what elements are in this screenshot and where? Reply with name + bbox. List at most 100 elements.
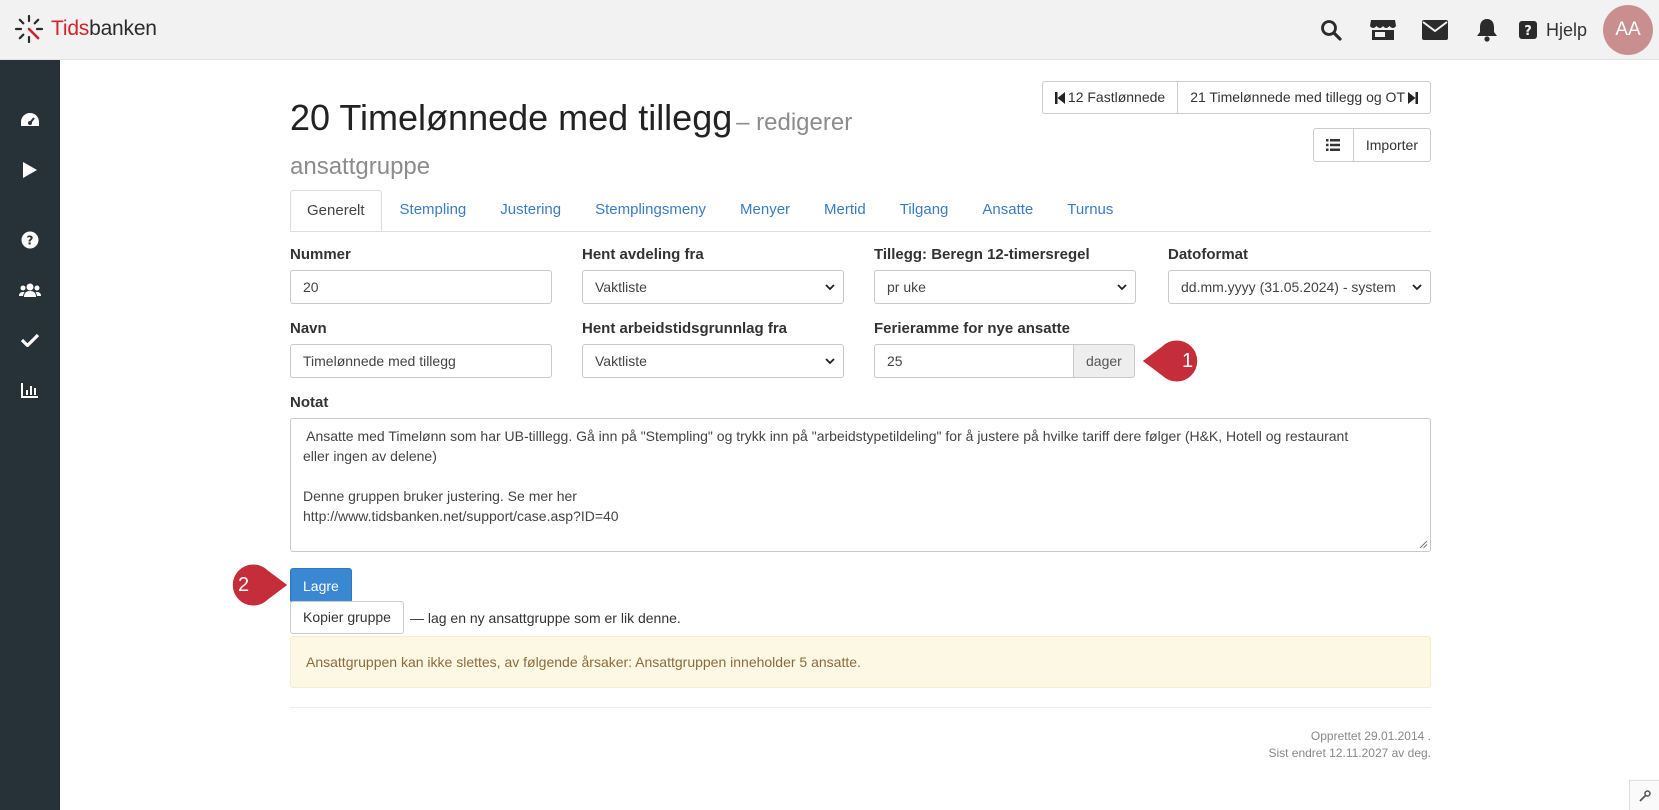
sidebar: ?: [0, 60, 60, 810]
step-forward-icon: [1408, 91, 1418, 104]
logo-brand-dark: banken: [89, 17, 157, 40]
dashboard-icon[interactable]: [0, 100, 60, 140]
notat-label: Notat: [290, 394, 329, 411]
list-actions: Importer: [1312, 128, 1431, 162]
logo-brand-red: Tids: [51, 17, 90, 40]
chevron-down-icon: [1412, 283, 1422, 290]
callout-1: 1: [1140, 338, 1210, 388]
question-square-icon: ?: [1518, 21, 1537, 39]
tab-generelt[interactable]: Generelt: [290, 190, 382, 231]
field-notat: Notat Ansatte med Timelønn som har UB-ti…: [290, 394, 1431, 552]
warning-alert-text: Ansattgruppen kan ikke slettes, av følge…: [306, 654, 861, 670]
field-navn: Navn Timelønnede med tillegg: [290, 320, 552, 378]
hent-avdeling-select[interactable]: Vaktliste: [582, 270, 844, 304]
user-avatar[interactable]: AA: [1603, 5, 1653, 55]
field-hent-avdeling: Hent avdeling fra Vaktliste: [582, 246, 844, 304]
resize-grip-icon[interactable]: [1419, 540, 1428, 549]
notat-line: [303, 466, 1418, 486]
next-group-label: 21 Timelønnede med tillegg og OT: [1190, 89, 1405, 105]
field-tillegg: Tillegg: Beregn 12-timersregel pr uke: [874, 246, 1136, 304]
tab-mertid[interactable]: Mertid: [808, 190, 882, 231]
hent-arbeidstid-value: Vaktliste: [595, 353, 647, 369]
tillegg-value: pr uke: [887, 279, 926, 295]
list-button[interactable]: [1312, 128, 1354, 162]
bar-chart-icon[interactable]: [0, 370, 60, 410]
notat-line: Ansatte med Timelønn som har UB-tilllegg…: [303, 428, 1349, 444]
tidsbanken-logo[interactable]: Tidsbanken: [14, 14, 157, 44]
ferieramme-unit-addon: dager: [1074, 344, 1135, 378]
hent-arbeidstid-label: Hent arbeidstidsgrunnlag fra: [582, 320, 788, 337]
navn-label: Navn: [290, 320, 327, 337]
ferieramme-input-group: 25 dager: [874, 344, 1136, 378]
top-actions: ? Hjelp AA: [1305, 0, 1659, 60]
hent-arbeidstid-select[interactable]: Vaktliste: [582, 344, 844, 378]
top-navbar: Tidsbanken ? Hjelp AA: [0, 0, 1659, 60]
page-title: 20 Timelønnede med tillegg – redigerer a…: [290, 97, 930, 190]
tab-menyer[interactable]: Menyer: [724, 190, 806, 231]
nummer-input[interactable]: 20: [290, 270, 552, 304]
datoformat-value: dd.mm.yyyy (31.05.2024) - system: [1181, 279, 1396, 295]
tillegg-select[interactable]: pr uke: [874, 270, 1136, 304]
search-icon[interactable]: [1305, 0, 1357, 60]
field-datoformat: Datoformat dd.mm.yyyy (31.05.2024) - sys…: [1168, 246, 1431, 304]
prev-group-button[interactable]: 12 Fastlønnede: [1041, 81, 1179, 114]
chevron-down-icon: [825, 357, 835, 364]
hent-avdeling-value: Vaktliste: [595, 279, 647, 295]
bell-icon[interactable]: [1461, 0, 1513, 60]
notat-line: eller ingen av delene): [303, 448, 437, 464]
notat-line: http://www.tidsbanken.net/support/case.a…: [303, 508, 619, 524]
tillegg-label: Tillegg: Beregn 12-timersregel: [874, 246, 1090, 263]
datoformat-label: Datoformat: [1168, 246, 1249, 263]
next-group-button[interactable]: 21 Timelønnede med tillegg og OT: [1178, 81, 1431, 114]
copy-description: — lag en ny ansattgruppe som er lik denn…: [409, 609, 681, 626]
navn-input[interactable]: Timelønnede med tillegg: [290, 344, 552, 378]
tab-tilgang[interactable]: Tilgang: [884, 190, 965, 231]
envelope-icon[interactable]: [1409, 0, 1461, 60]
list-icon: [1326, 139, 1341, 151]
save-button[interactable]: Lagre: [290, 568, 352, 603]
tab-justering[interactable]: Justering: [484, 190, 577, 231]
prev-group-label: 12 Fastlønnede: [1067, 89, 1166, 105]
divider: [290, 707, 1431, 708]
tab-bar: Generelt Stempling Justering Stemplingsm…: [290, 190, 1431, 232]
svg-text:?: ?: [1524, 24, 1532, 39]
group-navigation: 12 Fastlønnede 21 Timelønnede med tilleg…: [1041, 81, 1431, 114]
tab-stempling[interactable]: Stempling: [384, 190, 483, 231]
copy-group-button[interactable]: Kopier gruppe: [290, 601, 404, 634]
notat-textarea[interactable]: Ansatte med Timelønn som har UB-tilllegg…: [290, 418, 1431, 552]
help-label: Hjelp: [1545, 19, 1587, 40]
svg-text:?: ?: [27, 234, 34, 248]
chevron-down-icon: [1117, 283, 1127, 290]
callout-2: 2: [220, 562, 290, 612]
tab-stemplingsmeny[interactable]: Stemplingsmeny: [579, 190, 722, 231]
users-icon[interactable]: [0, 270, 60, 310]
callout-2-number: 2: [238, 574, 250, 596]
help-circle-icon[interactable]: ?: [0, 220, 60, 260]
datoformat-select[interactable]: dd.mm.yyyy (31.05.2024) - system: [1168, 270, 1431, 304]
field-hent-arbeidstid: Hent arbeidstidsgrunnlag fra Vaktliste: [582, 320, 844, 378]
help-link[interactable]: ? Hjelp: [1518, 19, 1587, 41]
modified-text: Sist endret 12.11.2027 av deg.: [1268, 746, 1431, 760]
chevron-down-icon: [825, 283, 835, 290]
created-text: Opprettet 29.01.2014 .: [1310, 729, 1431, 743]
ferieramme-input[interactable]: 25: [874, 344, 1074, 378]
logo-clock-icon: [14, 14, 44, 44]
store-icon[interactable]: [1357, 0, 1409, 60]
copy-row: Kopier gruppe — lag en ny ansattgruppe s…: [290, 601, 681, 634]
notat-line: Denne gruppen bruker justering. Se mer h…: [303, 488, 577, 504]
logo-wordmark: Tidsbanken: [51, 17, 157, 41]
check-icon[interactable]: [0, 320, 60, 360]
hent-avdeling-label: Hent avdeling fra: [582, 246, 704, 263]
record-metadata: Opprettet 29.01.2014 . Sist endret 12.11…: [1268, 728, 1431, 762]
callout-1-number: 1: [1182, 350, 1194, 372]
page-title-main: 20 Timelønnede med tillegg: [290, 97, 733, 138]
step-backward-icon: [1054, 91, 1065, 104]
tab-turnus[interactable]: Turnus: [1051, 190, 1129, 231]
wrench-icon[interactable]: [1629, 780, 1659, 810]
nummer-label: Nummer: [290, 246, 351, 263]
tab-ansatte[interactable]: Ansatte: [966, 190, 1049, 231]
field-ferieramme: Ferieramme for nye ansatte 25 dager: [874, 320, 1136, 378]
ferieramme-label: Ferieramme for nye ansatte: [874, 320, 1070, 337]
play-icon[interactable]: [0, 150, 60, 190]
import-button[interactable]: Importer: [1353, 128, 1431, 162]
